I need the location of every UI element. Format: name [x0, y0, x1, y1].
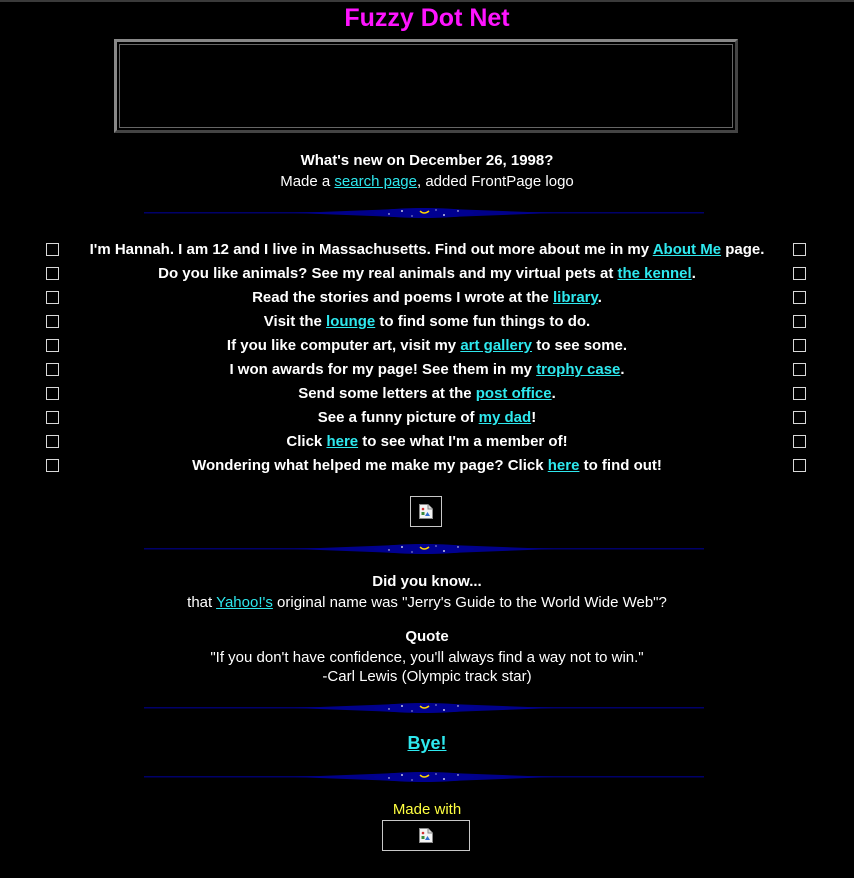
window-top-border [0, 0, 854, 2]
menu-text: Do you like animals? See my real animals… [158, 265, 618, 282]
bullet-icon [46, 243, 59, 256]
bullet-icon [793, 267, 806, 280]
bye-container: Bye! [0, 733, 854, 754]
whats-new-text: Made a search page, added FrontPage logo [0, 172, 854, 192]
menu-text: page. [721, 241, 765, 258]
menu-item-art-gallery: If you like computer art, visit my art g… [44, 334, 810, 358]
menu-text: If you like computer art, visit my [226, 337, 461, 354]
menu-text: Read the stories and poems I wrote at th… [252, 289, 553, 306]
bullet-icon [46, 459, 59, 472]
divider-icon [144, 703, 704, 713]
library-link[interactable]: library [553, 289, 598, 306]
about-me-link[interactable]: About Me [653, 241, 721, 258]
menu-item-kennel: Do you like animals? See my real animals… [44, 262, 810, 286]
menu-item-trophy-case: I won awards for my page! See them in my… [44, 358, 810, 382]
banner-inner-frame [119, 44, 733, 128]
bullet-icon [793, 387, 806, 400]
bullet-icon [46, 411, 59, 424]
bullet-icon [793, 363, 806, 376]
search-page-link[interactable]: search page [334, 173, 417, 190]
menu-text: . [551, 385, 556, 402]
bullet-icon [793, 459, 806, 472]
bullet-icon [46, 267, 59, 280]
bye-link[interactable]: Bye! [407, 733, 446, 753]
kennel-link[interactable]: the kennel [618, 265, 692, 282]
bullet-icon [46, 291, 59, 304]
divider-icon [144, 208, 704, 218]
bullet-icon [46, 387, 59, 400]
menu-text: Click [286, 433, 327, 450]
menu-text: See a funny picture of [317, 409, 479, 426]
quote-text: "If you don't have confidence, you'll al… [210, 649, 644, 666]
whats-new-heading: What's new on December 26, 1998? [300, 152, 554, 169]
member-of-link[interactable]: here [326, 433, 358, 450]
bullet-icon [793, 291, 806, 304]
broken-image-icon [419, 503, 433, 519]
menu-item-credits: Wondering what helped me make my page? C… [44, 454, 810, 478]
divider-icon [144, 544, 704, 554]
bullet-icon [793, 411, 806, 424]
menu-text: ! [531, 409, 537, 426]
did-you-know-pre: that [187, 594, 217, 611]
broken-image-icon [419, 827, 433, 843]
page: Fuzzy Dot Net What's new on December 26,… [0, 0, 854, 878]
menu-text: to find some fun things to do. [375, 313, 591, 330]
lounge-link[interactable]: lounge [326, 313, 375, 330]
menu-text: Visit the [263, 313, 327, 330]
bullet-icon [793, 435, 806, 448]
made-with-label: Made with [392, 801, 462, 818]
did-you-know-post: original name was "Jerry's Guide to the … [272, 594, 667, 611]
bullet-icon [793, 243, 806, 256]
menu-item-my-dad: See a funny picture of my dad! [44, 406, 810, 430]
site-title: Fuzzy Dot Net [344, 4, 510, 32]
menu-text: to find out! [579, 457, 662, 474]
frontpage-logo-image[interactable] [382, 820, 470, 851]
quote-author: -Carl Lewis (Olympic track star) [322, 668, 532, 685]
menu-text: . [597, 289, 602, 306]
bullet-icon [46, 435, 59, 448]
yahoo-link[interactable]: Yahoo!'s [216, 594, 273, 611]
my-dad-link[interactable]: my dad [479, 409, 532, 426]
menu-text: . [691, 265, 696, 282]
menu-item-post-office: Send some letters at the post office. [44, 382, 810, 406]
did-you-know-text: that Yahoo!'s original name was "Jerry's… [0, 593, 854, 613]
menu-item-lounge: Visit the lounge to find some fun things… [44, 310, 810, 334]
menu-item-member-of: Click here to see what I'm a member of! [44, 430, 810, 454]
menu-text: Wondering what helped me make my page? C… [192, 457, 548, 474]
menu-item-library: Read the stories and poems I wrote at th… [44, 286, 810, 310]
quote-heading: Quote [405, 628, 449, 645]
bullet-icon [46, 339, 59, 352]
menu-text: . [620, 361, 625, 378]
menu-text: to see what I'm a member of! [358, 433, 568, 450]
post-office-link[interactable]: post office [476, 385, 552, 402]
bullet-icon [46, 315, 59, 328]
trophy-case-link[interactable]: trophy case [536, 361, 620, 378]
menu-text: Send some letters at the [298, 385, 476, 402]
bullet-icon [46, 363, 59, 376]
art-gallery-link[interactable]: art gallery [460, 337, 532, 354]
whats-new-post: , added FrontPage logo [416, 173, 574, 190]
bullet-icon [793, 315, 806, 328]
did-you-know-heading: Did you know... [372, 573, 482, 590]
credits-link[interactable]: here [548, 457, 580, 474]
menu-text: I won awards for my page! See them in my [229, 361, 537, 378]
bullet-icon [793, 339, 806, 352]
menu-text: I'm Hannah. I am 12 and I live in Massac… [89, 241, 653, 258]
menu-text: to see some. [532, 337, 628, 354]
menu-item-about-me: I'm Hannah. I am 12 and I live in Massac… [44, 238, 810, 262]
whats-new-pre: Made a [280, 173, 335, 190]
broken-image[interactable] [410, 496, 442, 527]
banner-frame [114, 39, 738, 133]
divider-icon [144, 772, 704, 782]
